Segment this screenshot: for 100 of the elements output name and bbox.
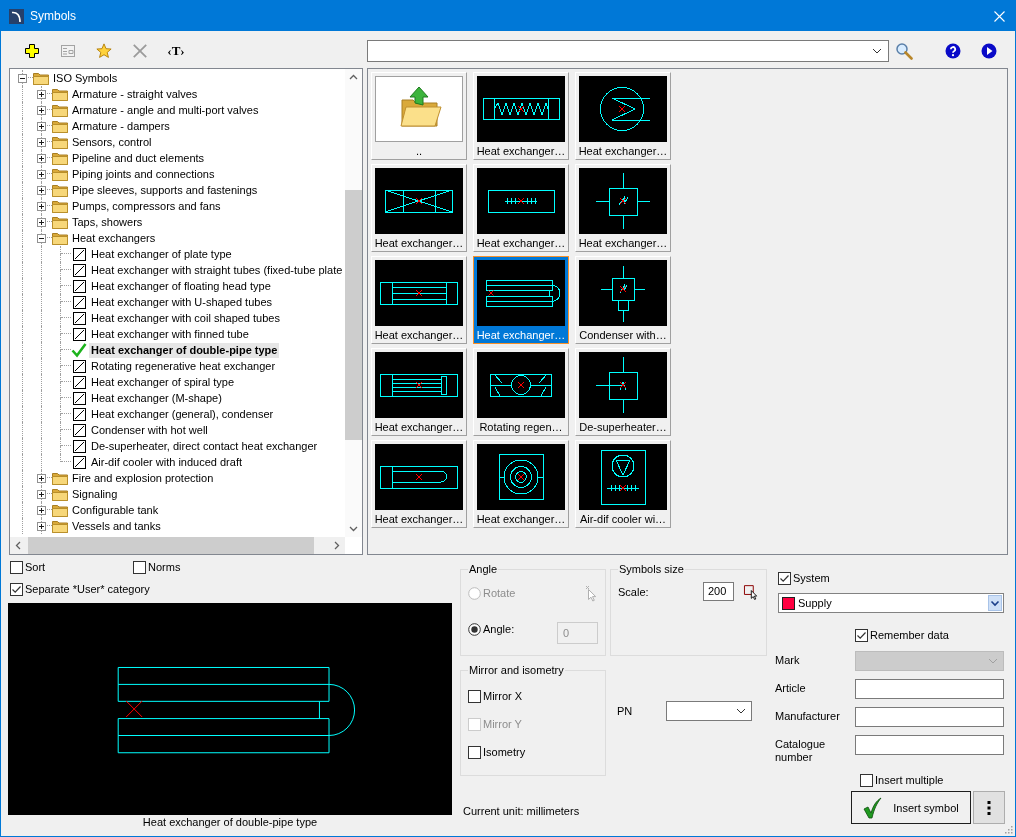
tree-item[interactable]: Vessels and tanks xyxy=(70,518,163,534)
collapse-icon[interactable] xyxy=(18,73,27,83)
expand-icon[interactable] xyxy=(37,489,46,499)
square-cursor-icon[interactable] xyxy=(743,583,759,600)
checkbox[interactable]: Norms xyxy=(133,560,256,574)
tree-item[interactable]: Heat exchanger of double-pipe type xyxy=(89,342,280,358)
tree-item[interactable]: Armature - straight valves xyxy=(70,86,200,102)
vertical-scrollbar[interactable] xyxy=(345,69,362,537)
expand-icon[interactable] xyxy=(37,217,46,227)
symbol-tile[interactable]: De-superheater… xyxy=(575,348,671,436)
search-combobox[interactable] xyxy=(367,40,889,62)
symbol-tile[interactable]: Heat exchanger… xyxy=(473,164,569,252)
tree-item[interactable]: Sensors, control xyxy=(70,134,154,150)
search-icon[interactable] xyxy=(895,42,913,60)
tree-item[interactable]: Heat exchanger (M-shape) xyxy=(89,390,224,406)
collapse-icon[interactable] xyxy=(37,233,46,243)
expand-icon[interactable] xyxy=(37,153,46,163)
pn-dropdown[interactable] xyxy=(666,701,752,721)
symbol-tile[interactable]: Heat exchanger… xyxy=(473,72,569,160)
symbol-tile[interactable]: Rotating regen… xyxy=(473,348,569,436)
tree-item[interactable]: Pipe sleeves, supports and fastenings xyxy=(70,182,260,198)
scrollbar-thumb[interactable] xyxy=(345,190,362,440)
checkbox-icon[interactable] xyxy=(133,560,146,574)
tree-item[interactable]: Signaling xyxy=(70,486,120,502)
close-icon[interactable] xyxy=(994,10,1005,22)
symbol-tile[interactable]: Heat exchanger… xyxy=(473,440,569,528)
tree-item[interactable]: Configurable tank xyxy=(70,502,161,518)
insert-button[interactable]: Insert symbol xyxy=(851,791,971,824)
expand-icon[interactable] xyxy=(37,89,46,99)
expand-icon[interactable] xyxy=(37,169,46,179)
tree-item[interactable]: Heat exchanger with U-shaped tubes xyxy=(89,294,274,310)
scale-field[interactable]: 200 xyxy=(703,582,735,601)
tree-item[interactable]: De-superheater, direct contact heat exchanger xyxy=(89,438,320,454)
checkbox[interactable]: Separate *User* category xyxy=(10,582,150,596)
input-field[interactable] xyxy=(855,679,1004,699)
symbol-tile[interactable]: .. xyxy=(371,72,467,160)
expand-icon[interactable] xyxy=(37,473,46,483)
tree-item[interactable]: Fire and explosion protection xyxy=(70,470,216,486)
symbol-tile[interactable]: Heat exchanger… xyxy=(371,256,467,344)
tree-item[interactable]: Pumps, compressors and fans xyxy=(70,198,223,214)
app-icon xyxy=(9,8,24,24)
radio-button[interactable]: Angle: xyxy=(468,622,515,636)
expand-icon[interactable] xyxy=(37,505,46,515)
tree-item[interactable]: Condenser with hot well xyxy=(89,422,210,438)
input-field[interactable] xyxy=(855,735,1004,755)
checkbox[interactable]: Sort xyxy=(10,560,133,574)
expand-icon[interactable] xyxy=(37,137,46,147)
expand-icon[interactable] xyxy=(37,105,46,115)
checkbox[interactable]: Isometry xyxy=(468,745,526,759)
tree-item[interactable]: Armature - dampers xyxy=(70,118,172,134)
checkbox[interactable]: Insert multiple xyxy=(860,773,944,787)
star-icon[interactable] xyxy=(96,43,112,59)
checkbox-icon[interactable] xyxy=(10,560,23,574)
tree-item[interactable]: Heat exchanger with finned tube xyxy=(89,326,251,342)
tree-item[interactable]: ISO Symbols xyxy=(51,70,120,86)
more-button[interactable] xyxy=(973,791,1005,824)
resize-grip-icon[interactable] xyxy=(1004,825,1013,834)
expand-icon[interactable] xyxy=(37,521,46,531)
symbol-tile[interactable]: Heat exchanger… xyxy=(575,72,671,160)
tree-item[interactable]: Taps, showers xyxy=(70,214,145,230)
tree-item[interactable]: Heat exchanger of plate type xyxy=(89,246,234,262)
plus-icon[interactable] xyxy=(24,43,40,59)
tree-item[interactable]: Heat exchangers xyxy=(70,230,158,246)
checkbox-icon[interactable] xyxy=(778,571,791,585)
symbol-tile[interactable]: Condenser with… xyxy=(575,256,671,344)
help-icon[interactable] xyxy=(945,43,961,59)
checkbox[interactable]: Mirror X xyxy=(468,689,523,703)
checkbox[interactable]: Remember data xyxy=(855,628,949,642)
checkbox-icon[interactable] xyxy=(10,582,23,596)
checkbox[interactable]: System xyxy=(778,571,830,585)
chevron-down-icon[interactable] xyxy=(736,708,746,714)
symbol-tile[interactable]: Heat exchanger… xyxy=(371,164,467,252)
checkbox-icon[interactable] xyxy=(860,773,873,787)
tree-item[interactable]: Pipeline and duct elements xyxy=(70,150,207,166)
tree-item[interactable]: Armature - angle and multi-port valves xyxy=(70,102,261,118)
symbol-tile[interactable]: Heat exchanger… xyxy=(473,256,569,344)
tree-item[interactable]: Heat exchanger with straight tubes (fixed-tube plate xyxy=(89,262,345,278)
tree-item[interactable]: Rotating regenerative heat exchanger xyxy=(89,358,278,374)
radio-icon[interactable] xyxy=(468,622,481,636)
symbol-tile[interactable]: Heat exchanger… xyxy=(575,164,671,252)
expand-icon[interactable] xyxy=(37,201,46,211)
checkbox-icon[interactable] xyxy=(855,628,868,642)
text-tool-button[interactable]: ‹T› xyxy=(167,43,185,59)
expand-icon[interactable] xyxy=(37,121,46,131)
system-dropdown[interactable]: Supply xyxy=(778,593,1004,613)
checkbox-icon[interactable] xyxy=(468,689,481,703)
symbol-tile[interactable]: Heat exchanger… xyxy=(371,440,467,528)
tree-item[interactable]: Heat exchanger with coil shaped tubes xyxy=(89,310,282,326)
checkbox-icon[interactable] xyxy=(468,745,481,759)
chevron-down-icon[interactable] xyxy=(872,48,882,54)
expand-icon[interactable] xyxy=(37,185,46,195)
tree-item[interactable]: Heat exchanger (general), condenser xyxy=(89,406,276,422)
tree-item[interactable]: Piping joints and connections xyxy=(70,166,217,182)
symbol-tile[interactable]: Heat exchanger… xyxy=(371,348,467,436)
symbol-tile[interactable]: Air-dif cooler wi… xyxy=(575,440,671,528)
tree-item[interactable]: Heat exchanger of spiral type xyxy=(89,374,237,390)
input-field[interactable] xyxy=(855,707,1004,727)
tree-item[interactable]: Heat exchanger of floating head type xyxy=(89,278,273,294)
tree-item[interactable]: Air-dif cooler with induced draft xyxy=(89,454,244,470)
play-icon[interactable] xyxy=(981,43,997,59)
